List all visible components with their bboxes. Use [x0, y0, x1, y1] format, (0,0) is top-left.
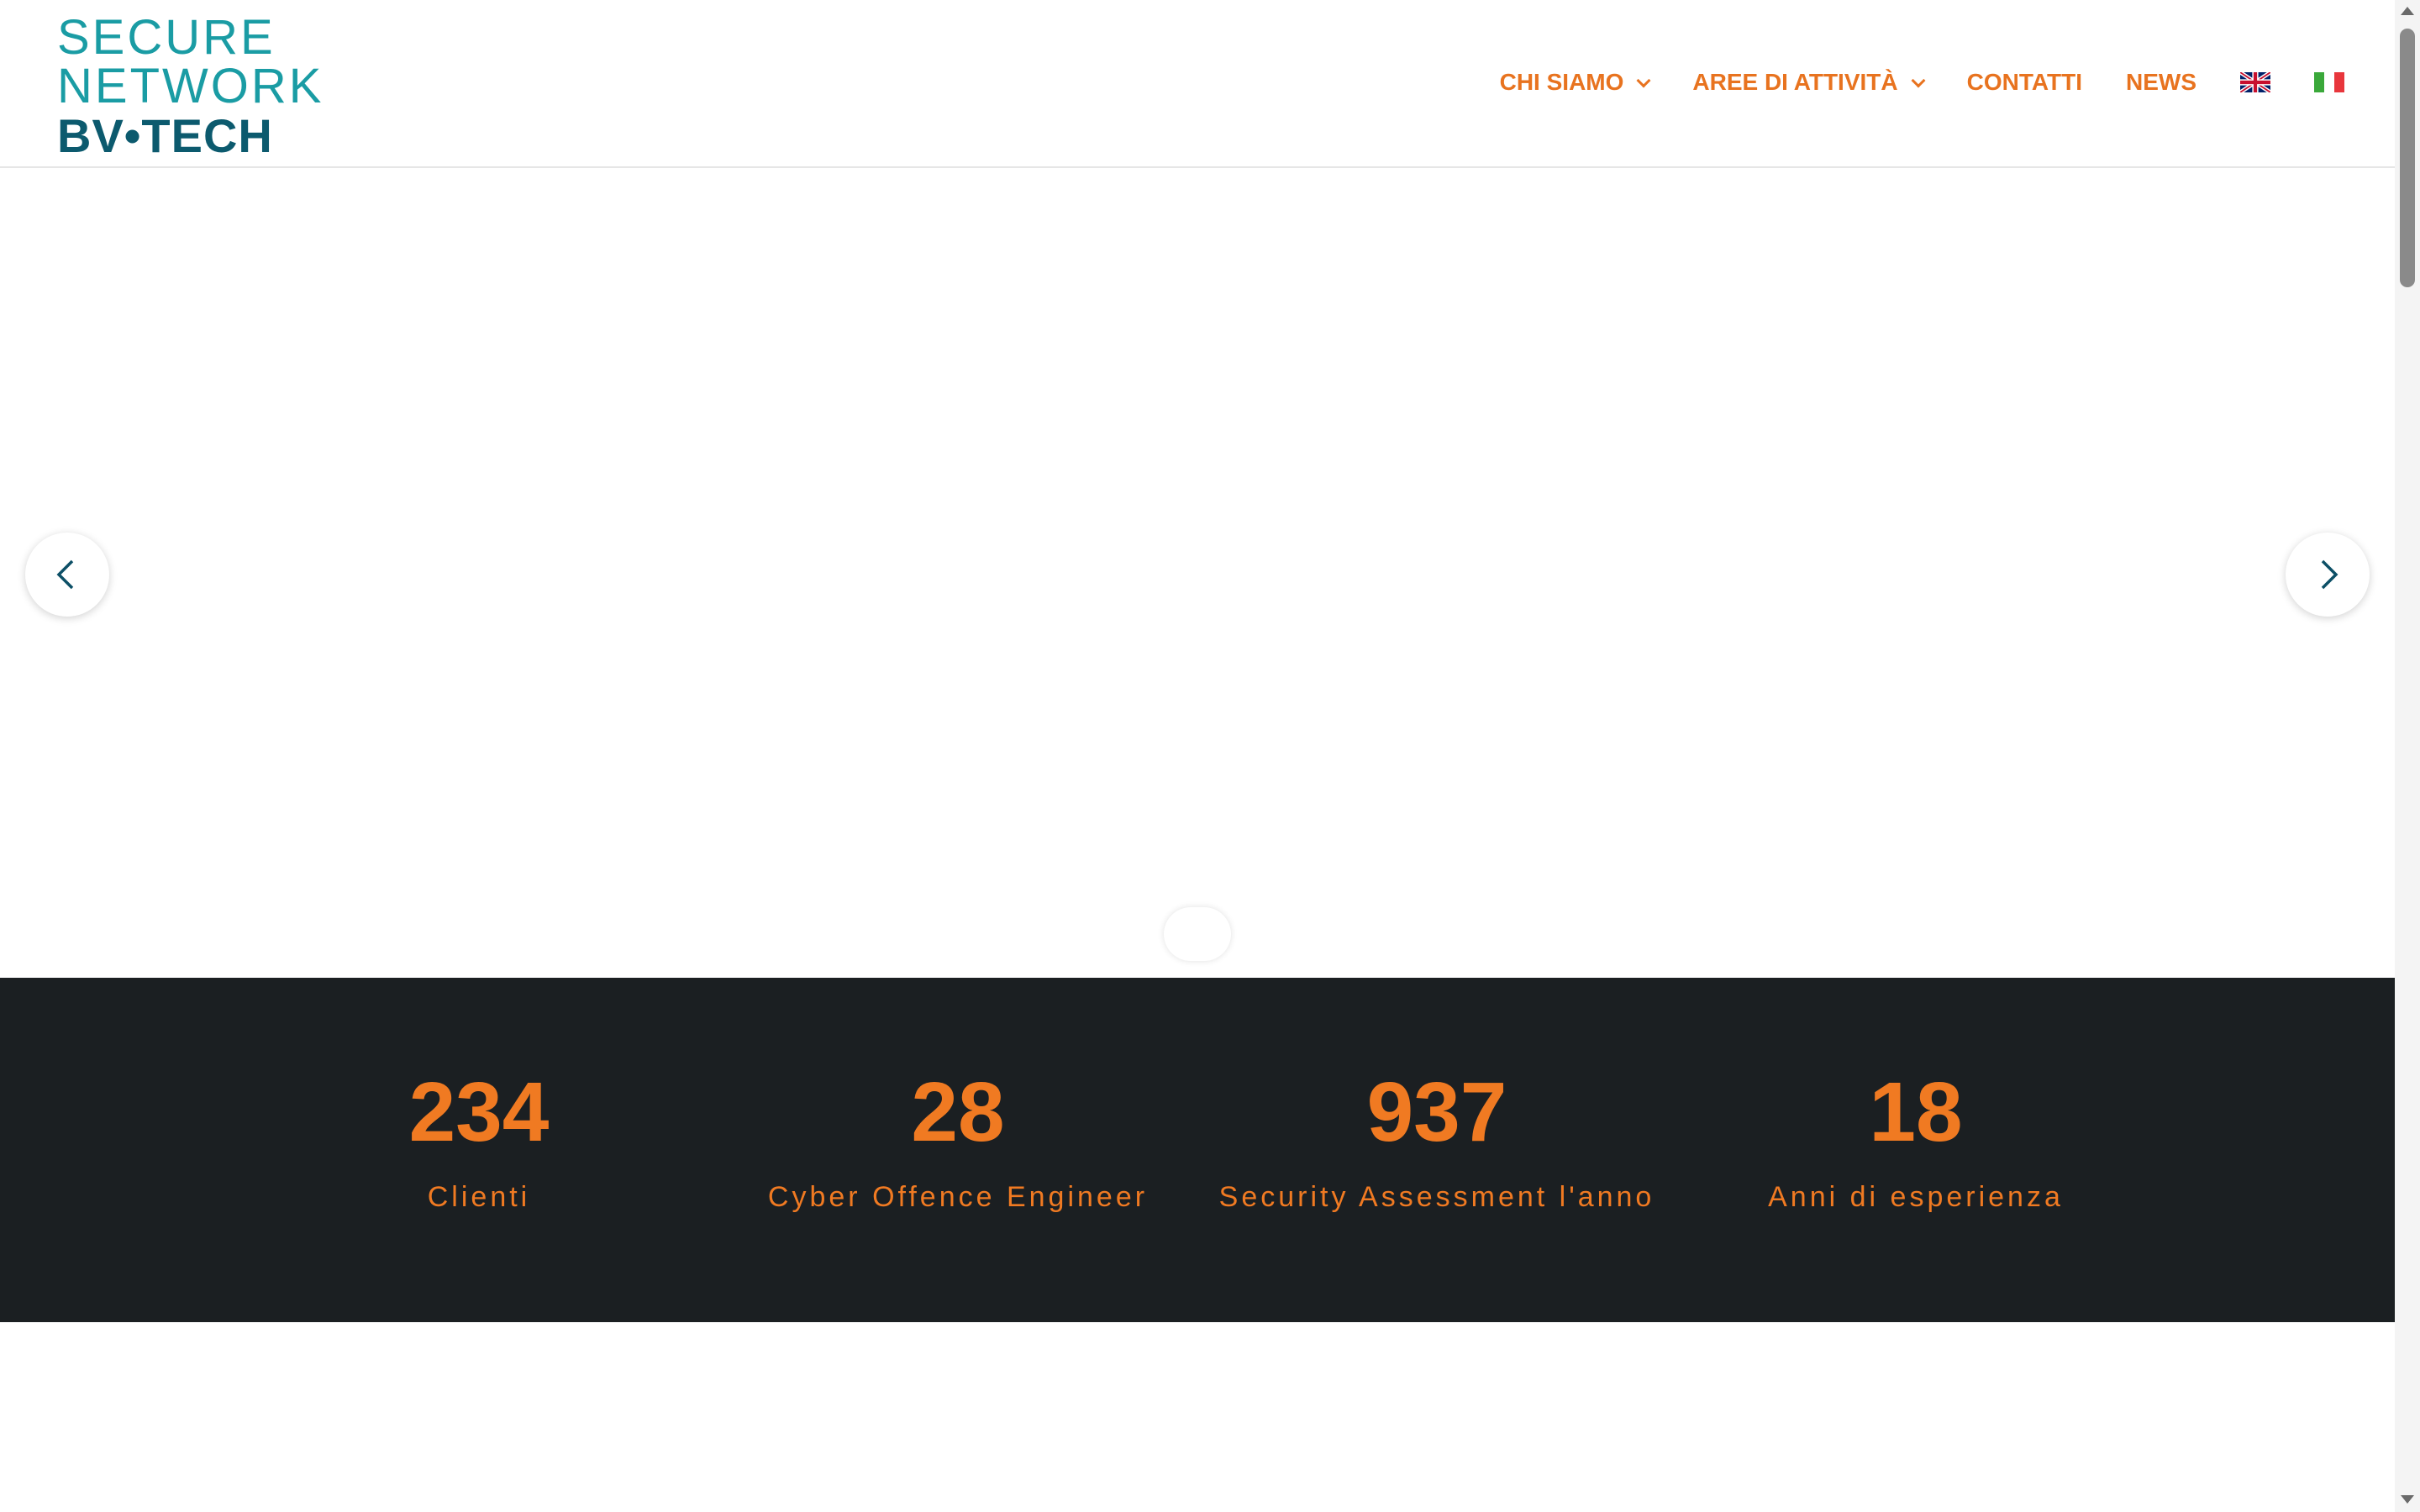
chevron-right-icon — [2321, 559, 2338, 590]
stat-value: 234 — [408, 1065, 550, 1159]
stat-value: 18 — [1869, 1065, 1963, 1159]
stats-band: 234 Clienti 28 Cyber Offence Engineer 93… — [0, 978, 2395, 1322]
stat-label: Anni di esperienza — [1768, 1181, 2064, 1213]
logo-text-network: NETWORK — [57, 59, 324, 113]
nav-item-label: AREE DI ATTIVITÀ — [1692, 69, 1898, 95]
nav-item-aree-di-attivita[interactable]: AREE DI ATTIVITÀ — [1692, 69, 1926, 96]
stat-clienti: 234 Clienti — [260, 1062, 697, 1214]
slider-dot-active[interactable] — [1164, 907, 1231, 961]
scrollbar-thumb[interactable] — [2400, 29, 2415, 287]
stat-cyber-offence-engineer: 28 Cyber Offence Engineer — [739, 1062, 1176, 1214]
nav-item-news[interactable]: NEWS — [2126, 69, 2196, 96]
nav-item-label: NEWS — [2126, 69, 2196, 95]
nav-item-label: CHI SIAMO — [1499, 69, 1624, 95]
chevron-left-icon — [56, 559, 74, 590]
nav-item-contatti[interactable]: CONTATTI — [1967, 69, 2082, 96]
page: SECURE NETWORK BV•TECH CHI SIAMO AREE DI… — [0, 0, 2395, 1512]
hero-slider — [0, 170, 2395, 978]
scroll-up-arrow-icon[interactable] — [2401, 7, 2414, 15]
stat-label: Clienti — [427, 1181, 531, 1213]
scroll-down-arrow-icon[interactable] — [2401, 1495, 2414, 1504]
stat-anni-di-esperienza: 18 Anni di esperienza — [1697, 1062, 2134, 1214]
site-logo[interactable]: SECURE NETWORK BV•TECH — [57, 10, 360, 161]
slider-prev-button[interactable] — [25, 533, 109, 617]
logo-text-bvtech: BV•TECH — [57, 109, 273, 162]
vertical-scrollbar[interactable] — [2395, 0, 2420, 1512]
chevron-down-icon — [1911, 73, 1926, 88]
uk-flag-icon[interactable] — [2240, 72, 2270, 92]
site-header: SECURE NETWORK BV•TECH CHI SIAMO AREE DI… — [0, 0, 2395, 168]
stat-value: 937 — [1366, 1065, 1507, 1159]
chevron-down-icon — [1636, 73, 1651, 88]
stat-value: 28 — [911, 1065, 1005, 1159]
main-nav: CHI SIAMO AREE DI ATTIVITÀ CONTATTI NEWS — [1456, 64, 2344, 101]
nav-item-chi-siamo[interactable]: CHI SIAMO — [1499, 69, 1651, 96]
slider-next-button[interactable] — [2286, 533, 2370, 617]
stat-label: Cyber Offence Engineer — [767, 1181, 1149, 1213]
logo-text-secure: SECURE — [57, 10, 276, 65]
nav-item-label: CONTATTI — [1966, 69, 2082, 95]
stat-security-assessment: 937 Security Assessment l'anno — [1218, 1062, 1655, 1214]
stat-label: Security Assessment l'anno — [1218, 1181, 1655, 1213]
italy-flag-icon[interactable] — [2314, 72, 2344, 92]
